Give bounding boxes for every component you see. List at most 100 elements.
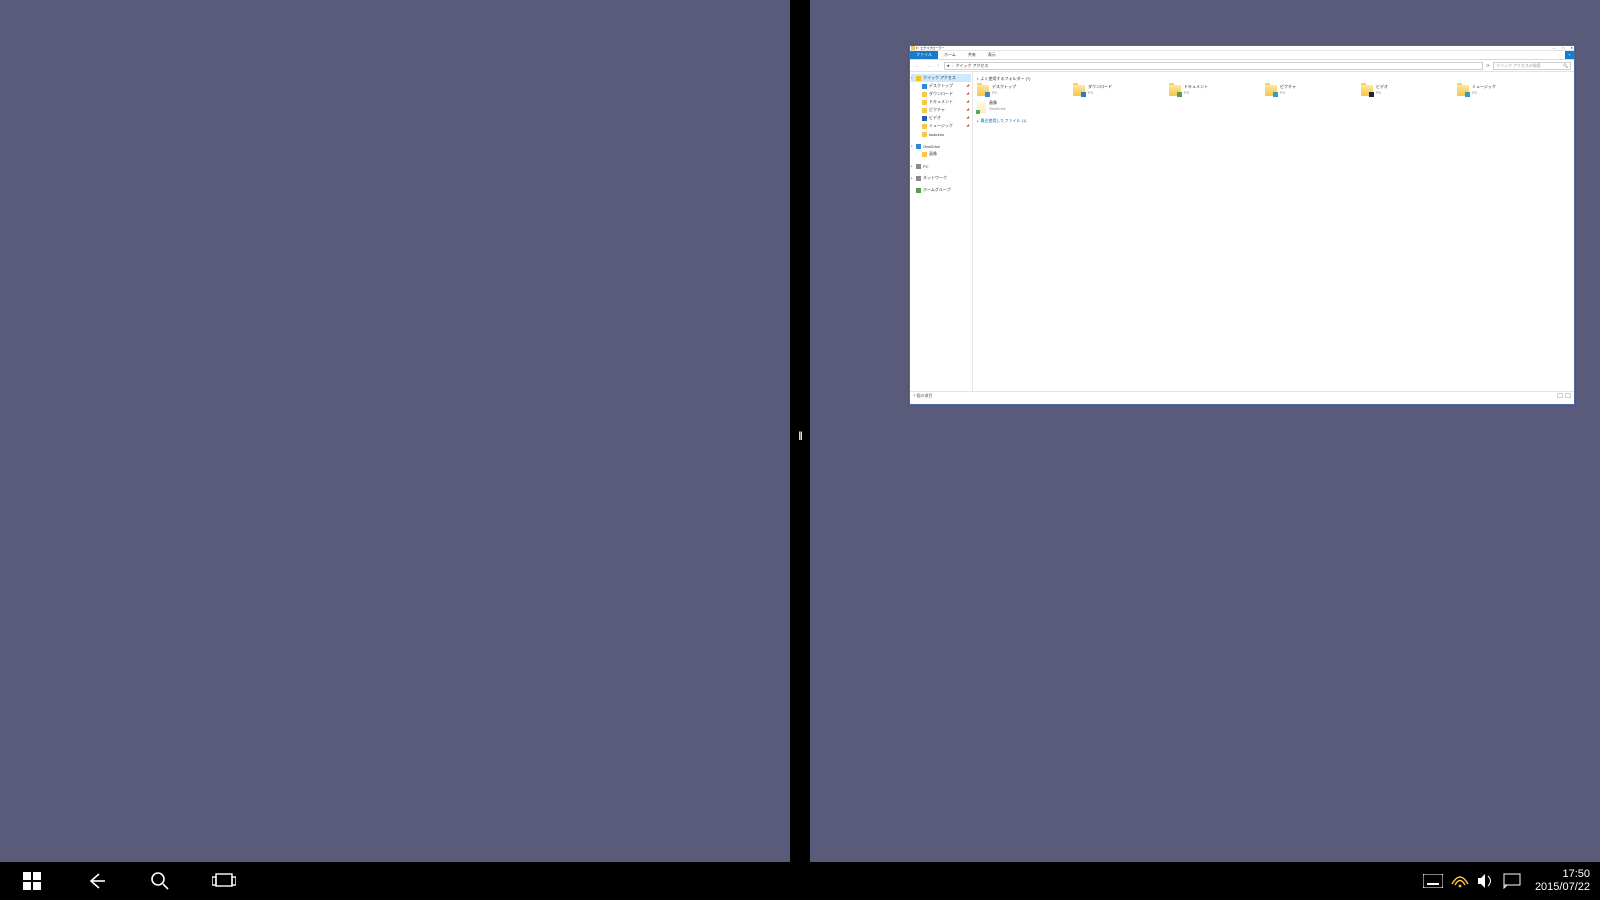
windows-icon: [23, 872, 41, 890]
view-details-button[interactable]: [1557, 393, 1563, 398]
folder-icon: [922, 132, 927, 137]
videos-icon: [922, 116, 927, 121]
network-icon[interactable]: [1451, 874, 1469, 888]
ribbon-tabs: ファイル ホーム 共有 表示 ?: [910, 51, 1574, 60]
ribbon-tab-share[interactable]: 共有: [962, 51, 982, 59]
folder-icon: [1361, 85, 1373, 96]
homegroup-icon: [916, 188, 921, 193]
documents-icon: [922, 100, 927, 105]
explorer-icon: [911, 46, 915, 50]
ribbon-help-button[interactable]: ?: [1565, 51, 1574, 59]
nav-network[interactable]: ▸ネットワーク: [911, 174, 971, 182]
pin-icon: 📌: [966, 100, 971, 104]
nav-videos[interactable]: ビデオ📌: [911, 114, 971, 122]
pin-icon: 📌: [966, 124, 971, 128]
item-loc: PC: [1280, 90, 1296, 95]
folder-downloads[interactable]: ダウンロードPC: [1073, 84, 1169, 100]
taskbar: 17:50 2015/07/22: [0, 862, 1600, 900]
nav-quick-access[interactable]: ▾ クイック アクセス: [911, 74, 971, 82]
start-button[interactable]: [0, 862, 64, 900]
folder-icon: [1073, 85, 1085, 96]
maximize-button[interactable]: ▢: [1562, 46, 1565, 50]
search-icon: [150, 871, 170, 891]
breadcrumb-current[interactable]: クイック アクセス: [955, 63, 988, 69]
status-bar: 7 個の項目: [910, 391, 1574, 399]
keyboard-icon[interactable]: [1423, 874, 1443, 888]
chevron-right-icon: ›: [952, 63, 953, 68]
nav-label: 画像: [929, 151, 937, 157]
pc-icon: [916, 164, 921, 169]
nav-tsukumo[interactable]: tsukumo: [911, 130, 971, 138]
nav-onedrive[interactable]: ▾OneDrive: [911, 142, 971, 150]
pin-icon: 📌: [966, 92, 971, 96]
ribbon-tab-file[interactable]: ファイル: [910, 51, 938, 59]
pin-icon: 📌: [966, 116, 971, 120]
folder-icon: [922, 152, 927, 157]
window-controls: — ▢ ✕: [1553, 46, 1573, 50]
nav-label: PC: [923, 164, 929, 169]
folder-pictures[interactable]: ピクチャPC: [1265, 84, 1361, 100]
desktop: ll ▾ | エクスプローラー — ▢ ✕ ファイル ホーム 共有 表示 ? ←…: [0, 0, 1600, 900]
nav-back-button[interactable]: ←: [913, 63, 922, 69]
navigation-pane[interactable]: ▾ クイック アクセス デスクトップ📌 ダウンロード📌 ドキュメント 📌 ピクチャ…: [910, 72, 973, 399]
snap-resize-handle[interactable]: ll: [797, 426, 803, 446]
nav-downloads[interactable]: ダウンロード📌: [911, 90, 971, 98]
folder-icon: [1265, 85, 1277, 96]
folder-onedrive-pictures[interactable]: 画像OneDrive: [977, 100, 1073, 116]
close-button[interactable]: ✕: [1570, 46, 1573, 50]
group-label: 最近使用したファイル (1): [981, 118, 1027, 124]
group-header-recent[interactable]: ▸ 最近使用したファイル (1): [977, 116, 1570, 126]
item-loc: PC: [1376, 90, 1388, 95]
folder-music[interactable]: ミュージックPC: [1457, 84, 1553, 100]
ribbon-tab-view[interactable]: 表示: [982, 51, 1002, 59]
address-bar[interactable]: ★ › クイック アクセス: [944, 62, 1484, 70]
view-tiles-button[interactable]: [1565, 393, 1571, 398]
folder-documents[interactable]: ドキュメントPC: [1169, 84, 1265, 100]
nav-pc[interactable]: ▸PC: [911, 162, 971, 170]
desktop-icon: [922, 84, 927, 89]
chevron-right-icon: ▸: [977, 119, 979, 123]
nav-homegroup[interactable]: ホームグループ: [911, 186, 971, 194]
nav-up-button[interactable]: ↑: [935, 63, 942, 69]
file-explorer-window[interactable]: ▾ | エクスプローラー — ▢ ✕ ファイル ホーム 共有 表示 ? ← → …: [909, 45, 1575, 405]
snap-zone-left[interactable]: [0, 0, 790, 862]
refresh-button[interactable]: ⟳: [1485, 63, 1491, 68]
nav-label: ドキュメント: [929, 99, 953, 105]
search-input[interactable]: クイック アクセスの検索 🔍: [1493, 62, 1571, 70]
qa-btn[interactable]: ▾: [916, 46, 918, 50]
music-icon: [922, 124, 927, 129]
folder-desktop[interactable]: デスクトップPC: [977, 84, 1073, 100]
nav-label: クイック アクセス: [923, 75, 956, 81]
task-view-button[interactable]: [192, 862, 256, 900]
item-loc: PC: [1472, 90, 1496, 95]
ribbon-tab-home[interactable]: ホーム: [938, 51, 962, 59]
system-tray: 17:50 2015/07/22: [1419, 868, 1600, 894]
nav-label: ホームグループ: [923, 187, 951, 193]
folder-icon: [977, 101, 986, 113]
clock[interactable]: 17:50 2015/07/22: [1529, 868, 1596, 894]
search-button[interactable]: [128, 862, 192, 900]
content-pane[interactable]: ▾ よく使用するフォルダー (7) デスクトップPC ダウンロードPC ドキュメ…: [973, 72, 1574, 399]
nav-desktop[interactable]: デスクトップ📌: [911, 82, 971, 90]
search-placeholder: クイック アクセスの検索: [1496, 63, 1541, 69]
search-icon: 🔍: [1563, 63, 1568, 68]
group-header-frequent[interactable]: ▾ よく使用するフォルダー (7): [977, 74, 1570, 84]
nav-onedrive-pictures[interactable]: 画像: [911, 150, 971, 158]
pin-icon: 📌: [966, 108, 971, 112]
separator: |: [919, 46, 920, 50]
nav-pictures[interactable]: ピクチャ📌: [911, 106, 971, 114]
item-loc: PC: [1184, 90, 1208, 95]
onedrive-icon: [916, 144, 921, 149]
minimize-button[interactable]: —: [1553, 46, 1556, 50]
nav-label: ミュージック: [929, 123, 953, 129]
task-view-icon: [212, 872, 236, 890]
group-label: よく使用するフォルダー (7): [981, 76, 1031, 82]
item-loc: OneDrive: [989, 106, 1006, 111]
volume-icon[interactable]: [1477, 873, 1495, 889]
nav-music[interactable]: ミュージック 📌: [911, 122, 971, 130]
action-center-icon[interactable]: [1503, 873, 1521, 889]
folder-videos[interactable]: ビデオPC: [1361, 84, 1457, 100]
nav-documents[interactable]: ドキュメント 📌: [911, 98, 971, 106]
back-button[interactable]: [64, 862, 128, 900]
nav-forward-button[interactable]: →: [924, 63, 933, 69]
